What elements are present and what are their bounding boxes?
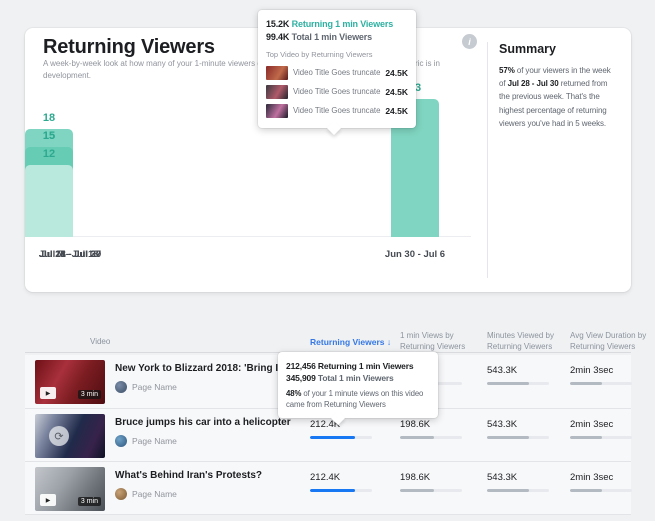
video-title[interactable]: Bruce jumps his car into a helicopter <box>115 417 291 428</box>
page-avatar <box>115 488 127 500</box>
bar-value-label: 18 <box>25 112 73 124</box>
video-thumbnail[interactable]: ▶ 3 min <box>35 360 105 404</box>
1min-views-cell: 198.6K <box>400 419 466 439</box>
minutes-viewed-cell: 543.3K <box>487 419 553 439</box>
page-name: Page Name <box>132 489 177 499</box>
tooltip-total-line: 99.4K Total 1 min Viewers <box>266 31 408 44</box>
progress-bar <box>570 436 632 439</box>
video-thumbnail <box>266 85 288 99</box>
avg-duration-cell: 2min 3sec <box>570 472 636 492</box>
play-icon: ▶ <box>40 387 56 399</box>
page-avatar <box>115 381 127 393</box>
video-title: Video Title Goes truncate... <box>293 87 381 96</box>
video-title[interactable]: New York to Blizzard 2018: 'Bring It' <box>115 363 284 374</box>
summary-title: Summary <box>499 42 619 56</box>
returning-viewers-chart: Returning Viewers A week-by-week look at… <box>25 28 487 292</box>
tooltip-total-line: 345,909 Total 1 min Viewers <box>286 372 430 384</box>
avg-duration-cell: 2min 3sec <box>570 419 636 439</box>
avg-duration-cell: 2min 3sec <box>570 365 636 385</box>
column-header-avg-duration: Avg View Duration byReturning Viewers <box>570 331 646 353</box>
bar-value-label: 12 <box>25 148 73 160</box>
progress-bar <box>487 489 549 492</box>
returning-viewers-page: Returning Viewers A week-by-week look at… <box>0 0 655 521</box>
video-thumbnail[interactable]: ⟳ <box>35 414 105 458</box>
table-row[interactable]: ▶ 3 min What's Behind Iran's Protests? P… <box>25 462 631 515</box>
summary-text: 57% of your viewers in the week of Jul 2… <box>499 64 619 130</box>
info-icon[interactable]: i <box>462 34 477 49</box>
play-icon: ▶ <box>40 494 56 506</box>
page-info: Page Name <box>115 488 177 500</box>
video-title: Video Title Goes truncate... <box>293 68 381 77</box>
chart-bar[interactable] <box>25 165 73 237</box>
1min-views-cell: 198.6K <box>400 472 466 492</box>
page-avatar <box>115 435 127 447</box>
page-name: Page Name <box>132 436 177 446</box>
tooltip-video-item[interactable]: Video Title Goes truncate... 24.5K <box>266 82 408 101</box>
duration-badge: 3 min <box>78 497 101 506</box>
video-value: 24.5K <box>385 87 408 97</box>
x-axis-label: Jun 30 - Jul 6 <box>370 249 460 260</box>
page-title: Returning Viewers <box>43 36 215 59</box>
returning-viewers-cell: 212.4K <box>310 472 376 492</box>
chart-tooltip: 15.2K Returning 1 min Viewers 99.4K Tota… <box>258 10 416 128</box>
360-video-icon: ⟳ <box>49 426 69 446</box>
page-info: Page Name <box>115 435 177 447</box>
video-title[interactable]: What's Behind Iran's Protests? <box>115 470 262 481</box>
progress-bar <box>487 436 549 439</box>
column-header-returning-viewers[interactable]: Returning Viewers ↓ <box>310 337 391 348</box>
video-value: 24.5K <box>385 68 408 78</box>
table-tooltip: 212,456 Returning 1 min Viewers 345,909 … <box>278 352 438 418</box>
minutes-viewed-cell: 543.3K <box>487 472 553 492</box>
video-title: Video Title Goes truncate... <box>293 106 381 115</box>
progress-bar <box>570 382 632 385</box>
column-header-minutes-viewed: Minutes Viewed byReturning Viewers <box>487 331 554 353</box>
progress-bar <box>310 436 372 439</box>
summary-panel: Summary 57% of your viewers in the week … <box>499 42 619 130</box>
page-name: Page Name <box>132 382 177 392</box>
progress-bar <box>400 436 462 439</box>
video-thumbnail <box>266 66 288 80</box>
tooltip-description: 48% of your 1 minute views on this video… <box>286 389 430 411</box>
video-value: 24.5K <box>385 106 408 116</box>
tooltip-returning-line: 15.2K Returning 1 min Viewers <box>266 18 408 31</box>
sort-desc-icon: ↓ <box>387 337 391 347</box>
tooltip-video-item[interactable]: Video Title Goes truncate... 24.5K <box>266 101 408 120</box>
bar-value-label: 15 <box>25 130 73 142</box>
tooltip-section-label: Top Video by Returning Viewers <box>266 50 408 59</box>
video-thumbnail <box>266 104 288 118</box>
returning-viewers-cell: 212.4K <box>310 419 376 439</box>
column-header-video: Video <box>90 337 110 348</box>
tooltip-video-item[interactable]: Video Title Goes truncate... 24.5K <box>266 63 408 82</box>
progress-bar <box>570 489 632 492</box>
tooltip-returning-line: 212,456 Returning 1 min Viewers <box>286 360 430 372</box>
duration-badge: 3 min <box>78 390 101 399</box>
page-info: Page Name <box>115 381 177 393</box>
x-axis-label: Jul 28 - Jul 30 <box>25 249 115 260</box>
progress-bar <box>310 489 372 492</box>
progress-bar <box>487 382 549 385</box>
minutes-viewed-cell: 543.3K <box>487 365 553 385</box>
column-header-1min-views: 1 min Views byReturning Viewers <box>400 331 465 353</box>
card-divider <box>487 42 488 278</box>
progress-bar <box>400 489 462 492</box>
video-thumbnail[interactable]: ▶ 3 min <box>35 467 105 511</box>
